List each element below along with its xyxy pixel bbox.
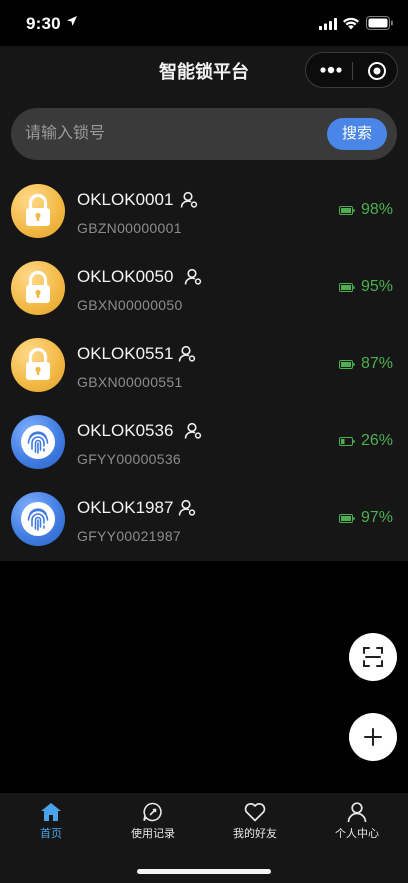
person-icon — [347, 802, 367, 823]
padlock-icon — [26, 270, 50, 303]
padlock-icon — [26, 347, 50, 380]
more-dots-icon[interactable] — [320, 66, 342, 74]
status-time: 9:30 — [26, 14, 61, 33]
battery-level-icon — [339, 514, 355, 523]
battery-level-icon — [339, 437, 355, 446]
add-lock-button[interactable] — [349, 713, 397, 761]
lock-name: OKLOK0536 — [77, 421, 174, 440]
lock-name: OKLOK0551 — [77, 344, 174, 363]
close-target-icon[interactable] — [367, 61, 387, 81]
heart-icon — [244, 802, 266, 822]
lock-name: OKLOK0001 — [77, 190, 174, 209]
battery-percent: 95% — [361, 278, 394, 295]
lock-serial: GBXN00000551 — [77, 374, 183, 390]
user-settings-icon[interactable] — [180, 191, 198, 209]
scan-icon — [363, 647, 383, 667]
battery-icon — [366, 16, 393, 30]
fingerprint-icon — [21, 502, 55, 536]
tab-label: 使用记录 — [131, 828, 175, 840]
padlock-avatar — [11, 184, 65, 238]
record-icon — [143, 802, 162, 822]
search-area: 搜索 — [0, 96, 408, 176]
lock-list-item[interactable]: OKLOK0536 GFYY00000536 26% — [0, 407, 408, 484]
lock-serial: GBXN00000050 — [77, 297, 183, 313]
tab-label: 首页 — [40, 828, 62, 840]
lock-list-item[interactable]: OKLOK0050 GBXN00000050 95% — [0, 253, 408, 330]
lock-serial: GBZN00000001 — [77, 220, 182, 236]
location-arrow-icon — [67, 16, 77, 26]
plus-icon — [364, 728, 382, 746]
search-button[interactable]: 搜索 — [327, 118, 387, 150]
status-bar: 9:30 — [0, 0, 408, 46]
lock-list-item[interactable]: OKLOK0001 GBZN00000001 98% — [0, 176, 408, 253]
lock-name: OKLOK0050 — [77, 267, 174, 286]
battery-level-icon — [339, 360, 355, 369]
battery-percent: 26% — [361, 432, 394, 449]
tab-profile[interactable]: 个人中心 — [306, 793, 408, 853]
user-settings-icon[interactable] — [184, 268, 202, 286]
padlock-avatar — [11, 338, 65, 392]
battery-percent: 97% — [361, 509, 394, 526]
fingerprint-icon — [21, 425, 55, 459]
lock-name: OKLOK1987 — [77, 498, 174, 517]
tab-bar: 首页 使用记录 我的好友 个人中心 — [0, 793, 408, 883]
user-settings-icon[interactable] — [184, 422, 202, 440]
navigation-bar: 智能锁平台 — [0, 46, 408, 96]
tab-label: 个人中心 — [335, 828, 379, 840]
user-settings-icon[interactable] — [178, 499, 196, 517]
lock-serial: GFYY00000536 — [77, 451, 182, 467]
lock-list-item[interactable]: OKLOK1987 GFYY00021987 97% — [0, 484, 408, 561]
battery-percent: 87% — [361, 355, 394, 372]
tab-label: 我的好友 — [233, 828, 277, 840]
user-settings-icon[interactable] — [178, 345, 196, 363]
lock-list-item[interactable]: OKLOK0551 GBXN00000551 87% — [0, 330, 408, 407]
fingerprint-lock-avatar — [11, 415, 65, 469]
capsule-divider — [352, 62, 353, 80]
search-box: 搜索 — [11, 108, 397, 160]
lock-list: OKLOK0001 GBZN00000001 98% OKLOK0050 GBX… — [0, 176, 408, 561]
lock-serial: GFYY00021987 — [77, 528, 182, 544]
battery-level-icon — [339, 283, 355, 292]
tab-home[interactable]: 首页 — [0, 793, 102, 853]
battery-level-icon — [339, 206, 355, 215]
search-input[interactable] — [25, 108, 325, 160]
battery-percent: 98% — [361, 201, 394, 218]
fingerprint-lock-avatar — [11, 492, 65, 546]
cellular-signal-icon — [319, 18, 337, 30]
home-icon — [41, 803, 61, 821]
tab-friends[interactable]: 我的好友 — [204, 793, 306, 853]
scan-button[interactable] — [349, 633, 397, 681]
padlock-icon — [26, 193, 50, 226]
home-indicator — [137, 869, 271, 874]
wifi-icon — [343, 17, 359, 30]
padlock-avatar — [11, 261, 65, 315]
tab-records[interactable]: 使用记录 — [102, 793, 204, 853]
mini-program-capsule — [305, 52, 398, 88]
